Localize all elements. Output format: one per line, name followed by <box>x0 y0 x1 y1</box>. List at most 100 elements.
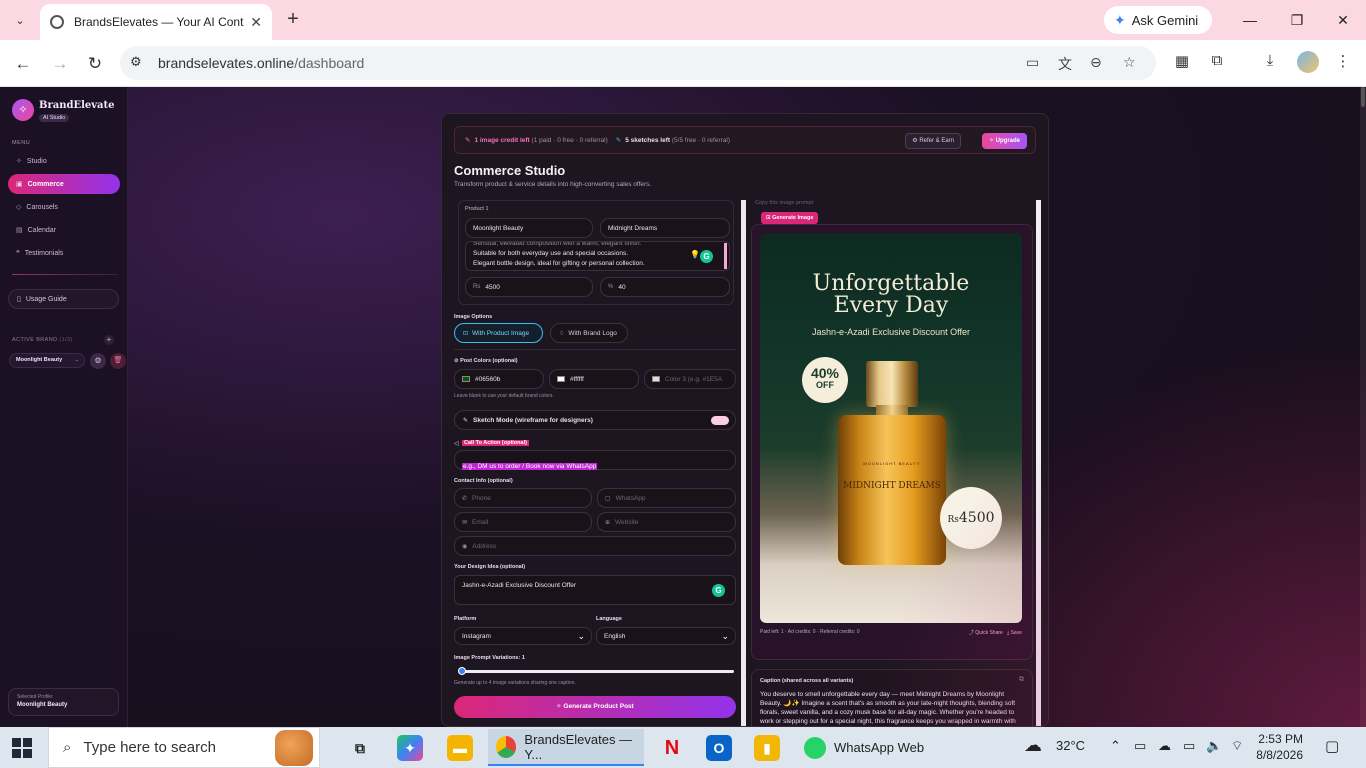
perfume-bottle: MOONLIGHT BEAUTY MIDNIGHT DREAMS <box>838 415 946 565</box>
commerce-studio-card: ✎ 1 image credit left (1 paid · 0 free ·… <box>441 113 1049 727</box>
sidebar-item-testimonials[interactable]: ❝ Testimonials <box>8 243 120 263</box>
minimize-button[interactable]: — <box>1238 8 1262 32</box>
add-brand-button[interactable]: + <box>104 335 114 345</box>
refer-earn-button[interactable]: ⚙ Refer & Earn <box>905 133 961 149</box>
upgrade-button[interactable]: ✧ Upgrade <box>981 133 1027 149</box>
sidebar-item-calendar[interactable]: ▤ Calendar <box>8 220 120 240</box>
price-input[interactable]: Rs 4500 <box>465 277 593 297</box>
tab-close-icon[interactable]: ✕ <box>250 14 262 31</box>
preview-scrollbar[interactable] <box>1036 200 1041 726</box>
ask-gemini-button[interactable]: ✦ Ask Gemini <box>1104 6 1212 34</box>
grammarly-icon[interactable]: G <box>700 250 713 263</box>
generate-product-post-button[interactable]: ✧ Generate Product Post <box>454 696 736 718</box>
qr-code-icon[interactable]: ▦ <box>1171 52 1193 70</box>
website-input[interactable]: ⊕ Website <box>597 512 736 532</box>
language-select[interactable]: English ⌄ <box>596 627 736 645</box>
zoom-icon[interactable]: ⊖ <box>1090 54 1102 71</box>
image-credit-icon: ✎ <box>465 137 471 144</box>
color-1-swatch[interactable] <box>462 376 470 382</box>
generate-image-button[interactable]: ⊡ Generate Image <box>761 212 819 224</box>
task-view-icon[interactable]: ⧉ <box>347 735 373 761</box>
email-input[interactable]: ✉ Email <box>454 512 592 532</box>
color-3-input[interactable]: Color 3 (e.g. #1E5A <box>644 369 736 389</box>
sidebar-item-studio[interactable]: ✧ Studio <box>8 151 120 171</box>
textarea-scrollbar[interactable] <box>724 243 727 269</box>
color-3-swatch[interactable] <box>652 376 660 382</box>
save-button[interactable]: ⤓ Save <box>1007 630 1022 636</box>
sketch-mode-toggle[interactable] <box>711 416 729 425</box>
tab-search-dropdown[interactable]: ⌄ <box>8 8 32 32</box>
taskbar-chrome-app[interactable]: BrandsElevates — Y... <box>488 729 644 766</box>
color-2-swatch[interactable] <box>557 376 565 382</box>
with-product-image-toggle[interactable]: ⊡ With Product Image <box>454 323 543 343</box>
product-name-input[interactable]: Midnight Dreams <box>600 218 730 238</box>
lightbulb-icon[interactable]: 💡 <box>690 250 700 259</box>
browser-tab-active[interactable]: BrandsElevates — Your AI Cont ✕ <box>40 4 272 40</box>
weather-icon[interactable]: ☁ <box>1024 735 1042 756</box>
delete-brand-button[interactable]: 🗑 <box>110 353 126 369</box>
close-window-button[interactable]: ✕ <box>1331 8 1355 32</box>
new-tab-button[interactable]: + <box>282 8 304 32</box>
extensions-icon[interactable]: ⧉ <box>1206 52 1228 69</box>
temperature[interactable]: 32°C <box>1056 738 1085 753</box>
chrome-menu-icon[interactable]: ⋮ <box>1332 52 1354 70</box>
bookmark-star-icon[interactable]: ☆ <box>1123 54 1136 71</box>
outlook-icon[interactable]: O <box>706 735 732 761</box>
product-form: Product 1 Moonlight Beauty Midnight Drea… <box>454 200 736 726</box>
netflix-icon[interactable]: N <box>659 735 685 761</box>
quick-share-button[interactable]: ⤴ Quick Share <box>969 630 1003 636</box>
color-2-input[interactable]: #ffffff <box>549 369 639 389</box>
brand-settings-button[interactable]: ⚙ <box>90 353 106 369</box>
reload-button[interactable]: ↻ <box>83 52 107 76</box>
sketch-mode-row: ✎ Sketch Mode (wireframe for designers) <box>454 410 736 430</box>
perfume-neck <box>876 405 908 417</box>
generated-poster-image[interactable]: Unforgettable Every Day Jashn-e-Azadi Exc… <box>760 233 1022 623</box>
platform-select[interactable]: Instagram ⌄ <box>454 627 592 645</box>
whatsapp-input[interactable]: ▢ WhatsApp <box>597 488 736 508</box>
color-1-input[interactable]: #06560b <box>454 369 544 389</box>
camera-blocked-icon[interactable]: ▭ <box>1026 54 1039 71</box>
grammarly-icon[interactable]: G <box>712 584 725 597</box>
meet-icon[interactable]: ▭ <box>1134 738 1146 754</box>
forward-button[interactable]: → <box>48 52 72 76</box>
cta-input[interactable]: e.g., DM us to order / Book now via What… <box>454 450 736 470</box>
brand-name-input[interactable]: Moonlight Beauty <box>465 218 593 238</box>
sidebar-item-commerce[interactable]: ▣ Commerce <box>8 174 120 194</box>
back-button[interactable]: ← <box>11 52 35 76</box>
profile-avatar[interactable] <box>1297 51 1319 73</box>
with-brand-logo-toggle[interactable]: ♢ With Brand Logo <box>550 323 628 343</box>
usage-guide-button[interactable]: ▯ Usage Guide <box>8 289 119 309</box>
site-info-icon[interactable]: ⚙ <box>130 54 142 70</box>
network-cloud-icon[interactable]: ☁ <box>1158 738 1171 754</box>
phone-input[interactable]: ✆ Phone <box>454 488 592 508</box>
variations-slider-track[interactable] <box>458 670 734 673</box>
wifi-icon[interactable]: ⌔ <box>1231 738 1243 754</box>
caption-title: Caption (shared across all variants) <box>760 678 854 684</box>
address-input[interactable]: ◉ Address <box>454 536 736 556</box>
download-icon[interactable]: ⤓ <box>1259 52 1281 69</box>
windows-start-icon[interactable] <box>12 738 32 758</box>
power-bi-icon[interactable]: ▮ <box>754 735 780 761</box>
restore-button[interactable]: ❐ <box>1285 8 1309 32</box>
file-explorer-icon[interactable]: ▬ <box>447 735 473 761</box>
system-clock[interactable]: 2:53 PM 8/8/2026 <box>1255 731 1303 763</box>
sidebar-item-carousels[interactable]: ◇ Carousels <box>8 197 120 217</box>
notifications-icon[interactable]: ▢ <box>1325 737 1339 755</box>
url-omnibox[interactable]: ⚙ brandselevates.online/dashboard ▭ 文 ⊖ … <box>120 46 1156 80</box>
design-idea-textarea[interactable]: Jashn-e-Azadi Exclusive Discount Offer <box>454 575 736 605</box>
active-brand-select[interactable]: Moonlight Beauty ⌄ <box>9 353 85 368</box>
taskbar-search[interactable]: ⌕ Type here to search <box>48 727 320 768</box>
form-scrollbar[interactable] <box>741 200 746 726</box>
translate-icon[interactable]: 文 <box>1058 54 1072 74</box>
tray-overflow-icon[interactable]: ⌃ <box>1110 738 1121 754</box>
copilot-icon[interactable]: ✦ <box>397 735 423 761</box>
taskbar-whatsapp-app[interactable]: WhatsApp Web <box>796 729 931 766</box>
copy-prompt-text[interactable]: Copy this image prompt <box>755 200 813 206</box>
copy-caption-icon[interactable]: ⧉ <box>1019 676 1024 684</box>
page-scrollbar[interactable] <box>1360 87 1366 727</box>
volume-icon[interactable]: 🔈 <box>1206 738 1222 754</box>
cta-label: Call To Action (optional) <box>462 440 529 446</box>
variations-slider-thumb[interactable] <box>458 667 466 675</box>
discount-input[interactable]: % 40 <box>600 277 730 297</box>
battery-icon[interactable]: ▭ <box>1183 738 1195 754</box>
